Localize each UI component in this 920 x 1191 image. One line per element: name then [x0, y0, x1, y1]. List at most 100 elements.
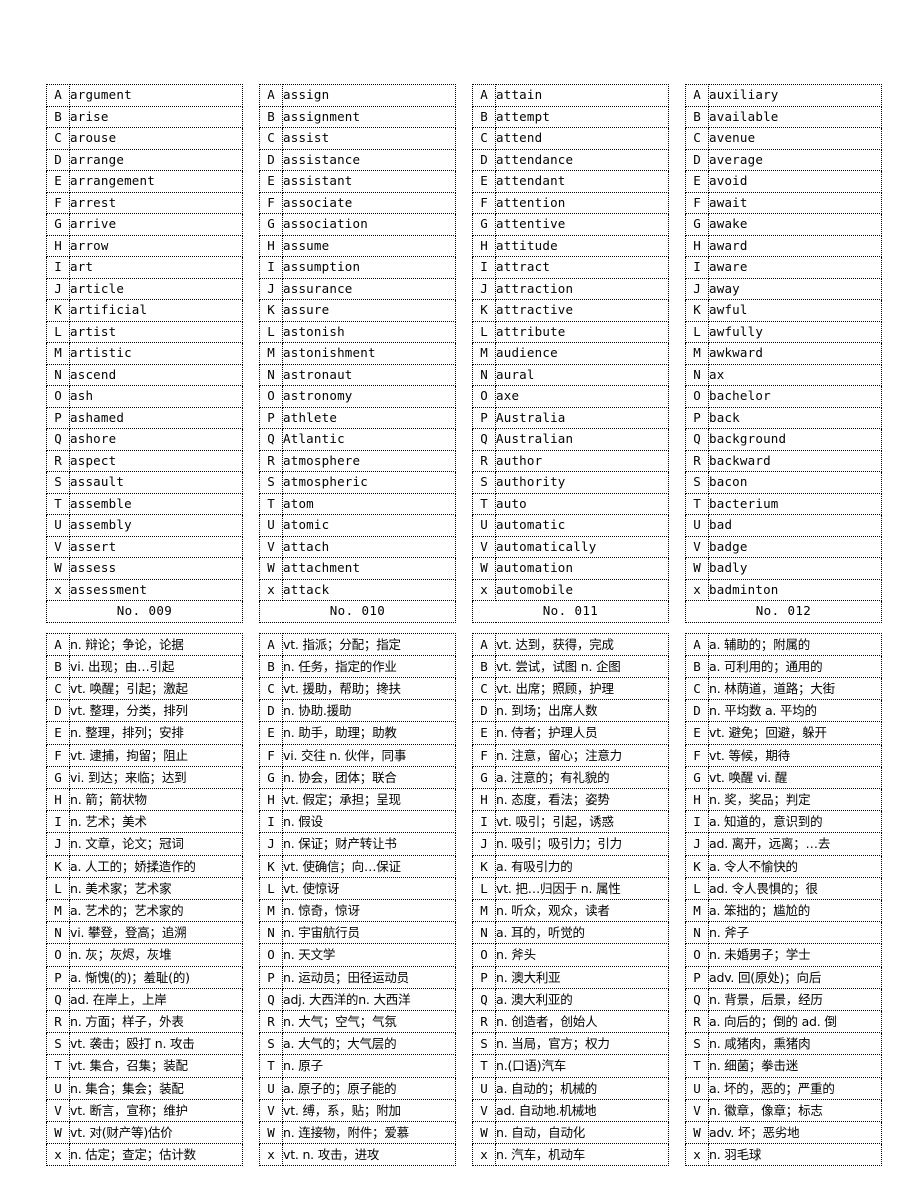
row-key-cell: N	[259, 363, 283, 386]
definition-cell: a. 艺术的；艺术家的	[69, 898, 243, 923]
word-cell: backward	[708, 449, 882, 472]
row-key-cell: D	[46, 148, 70, 171]
word-cell: athlete	[282, 406, 456, 429]
table-row: Tn.(口语)汽车	[472, 1054, 669, 1078]
table-row: Daverage	[685, 148, 882, 171]
table-row: Jaway	[685, 277, 882, 300]
row-key-cell: A	[259, 84, 283, 107]
row-key-cell: M	[46, 342, 70, 365]
row-key-cell: M	[685, 898, 709, 923]
row-key-cell: J	[46, 277, 70, 300]
word-cell: attend	[495, 127, 669, 150]
definition-cell: n. 汽车，机动车	[495, 1143, 669, 1167]
word-cell: assessment	[69, 578, 243, 601]
table-row: Carouse	[46, 127, 243, 150]
word-cell: arrive	[69, 213, 243, 236]
table-row: Aauxiliary	[685, 84, 882, 107]
row-key-cell: H	[472, 234, 496, 257]
table-row: Haward	[685, 234, 882, 257]
table-row: Pn. 澳大利亚	[472, 965, 669, 989]
table-row: Eattendant	[472, 170, 669, 193]
row-key-cell: T	[472, 492, 496, 515]
row-key-cell: K	[472, 299, 496, 322]
row-key-cell: R	[472, 1009, 496, 1034]
row-key-cell: I	[472, 256, 496, 279]
word-cell: atmospheric	[282, 471, 456, 494]
row-key-cell: J	[46, 832, 70, 856]
row-key-cell: V	[46, 1098, 70, 1122]
row-key-cell: H	[685, 787, 709, 812]
row-key-cell: S	[685, 1032, 709, 1056]
definition-cell: n. 澳大利亚	[495, 965, 669, 989]
row-key-cell: C	[472, 676, 496, 701]
row-key-cell: x	[685, 578, 709, 601]
row-key-cell: B	[46, 105, 70, 128]
row-key-cell: U	[472, 514, 496, 537]
word-cell: attract	[495, 256, 669, 279]
definition-column-group-4: Aa. 辅助的；附属的 Ba. 可利用的；通用的 Cn. 林荫道，道路；大街 Dn. …	[685, 632, 882, 1167]
row-key-cell: T	[46, 492, 70, 515]
table-row: Wautomation	[472, 557, 669, 580]
row-key-cell: G	[472, 213, 496, 236]
row-key-cell: E	[259, 721, 283, 745]
word-cell: avoid	[708, 170, 882, 193]
definition-table-1: An. 辩论；争论，论据 Bvi. 出现；由…引起 Cvt. 唤醒；引起；激起 Dvt…	[46, 632, 243, 1167]
row-key-cell: H	[685, 234, 709, 257]
word-cell: atomic	[282, 514, 456, 537]
table-row: Nn. 斧子	[685, 921, 882, 945]
table-row: Wattachment	[259, 557, 456, 580]
definition-column-group-2: Avt. 指派；分配；指定 Bn. 任务，指定的作业 Cvt. 援助，帮助；搀扶 Dn…	[259, 632, 456, 1167]
table-row: Darrange	[46, 148, 243, 171]
table-row: Jn. 文章，论文；冠词	[46, 832, 243, 856]
row-key-cell: O	[685, 943, 709, 967]
row-key-cell: F	[472, 191, 496, 214]
row-key-cell: F	[685, 743, 709, 767]
row-key-cell: N	[472, 363, 496, 386]
row-key-cell: J	[685, 832, 709, 856]
row-key-cell: F	[46, 191, 70, 214]
table-row: Oash	[46, 385, 243, 408]
table-row: Kawful	[685, 299, 882, 322]
row-key-cell: B	[472, 105, 496, 128]
definition-cell: vt. 援助，帮助；搀扶	[282, 676, 456, 701]
table-row: Qadj. 大西洋的n. 大西洋	[259, 987, 456, 1011]
row-key-cell: G	[685, 213, 709, 236]
table-row: Barise	[46, 105, 243, 128]
row-key-cell: V	[472, 1098, 496, 1122]
word-cell: artistic	[69, 342, 243, 365]
row-key-cell: C	[685, 127, 709, 150]
table-row: Hn. 箭；箭状物	[46, 787, 243, 812]
table-row: Naural	[472, 363, 669, 386]
table-row: Fawait	[685, 191, 882, 214]
definition-cell: vt. n. 攻击，进攻	[282, 1143, 456, 1167]
row-key-cell: G	[685, 765, 709, 789]
definition-cell: n. 任务，指定的作业	[282, 654, 456, 678]
word-cell: atom	[282, 492, 456, 515]
word-cell: bacterium	[708, 492, 882, 515]
row-key-cell: P	[472, 406, 496, 429]
row-key-cell: J	[259, 277, 283, 300]
section-divider	[46, 623, 884, 633]
table-row: Bvi. 出现；由…引起	[46, 654, 243, 678]
row-key-cell: A	[46, 632, 70, 656]
word-cell: bad	[708, 514, 882, 537]
definition-cell: adj. 大西洋的n. 大西洋	[282, 987, 456, 1011]
word-cell: bachelor	[708, 385, 882, 408]
definition-cell: a. 有吸引力的	[495, 854, 669, 878]
table-row: Aargument	[46, 84, 243, 107]
row-key-cell: P	[259, 406, 283, 429]
table-row: Dn. 到场；出席人数	[472, 699, 669, 723]
definition-cell: vt. 假定；承担；呈现	[282, 787, 456, 812]
word-cell: assess	[69, 557, 243, 580]
row-key-cell: U	[685, 514, 709, 537]
word-cell: badge	[708, 535, 882, 558]
row-key-cell: E	[46, 170, 70, 193]
table-row: Kvt. 使确信；向…保证	[259, 854, 456, 878]
table-row: W vt. 对(财产等)估价	[46, 1120, 243, 1145]
table-row: Qad. 在岸上，上岸	[46, 987, 243, 1011]
row-key-cell: Q	[259, 987, 283, 1011]
row-key-cell: P	[259, 965, 283, 989]
definition-cell: vt. 袭击；殴打 n. 攻击	[69, 1032, 243, 1056]
definition-cell: n. 平均数 a. 平均的	[708, 699, 882, 723]
row-key-cell: C	[685, 676, 709, 701]
